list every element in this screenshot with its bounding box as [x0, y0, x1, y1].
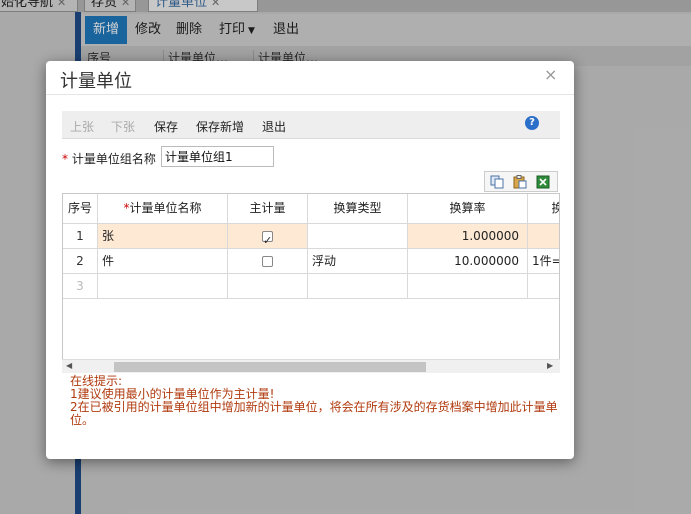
row-tools [484, 171, 558, 192]
table-header-row: 序号 *计量单位名称 主计量 换算类型 换算率 换 [63, 194, 559, 224]
extra-cell[interactable]: 1件=1 [528, 249, 559, 274]
main-unit-checkbox[interactable] [262, 256, 273, 267]
main-unit-cell [228, 224, 308, 249]
conversion-type-cell[interactable] [308, 274, 408, 299]
conversion-rate-cell[interactable]: 1.000000 [408, 224, 528, 249]
row-seq: 3 [63, 274, 98, 299]
main-unit-cell[interactable] [228, 274, 308, 299]
horizontal-scrollbar[interactable]: ◀ ▶ [62, 359, 560, 373]
header-seq: 序号 [63, 194, 98, 224]
unit-name-cell[interactable] [98, 274, 228, 299]
conversion-rate-cell[interactable]: 10.000000 [408, 249, 528, 274]
online-tips: 在线提示: 1建议使用最小的计量单位作为主计量! 2在已被引用的计量单位组中增加… [70, 375, 562, 427]
paste-row-icon[interactable] [513, 175, 528, 189]
header-main-unit[interactable]: 主计量 [228, 194, 308, 224]
unit-name-cell[interactable]: 张 [98, 224, 228, 249]
row-seq: 2 [63, 249, 98, 274]
divider [46, 94, 574, 95]
row-seq: 1 [63, 224, 98, 249]
group-name-label: * 计量单位组名称 [62, 150, 156, 167]
main-unit-checkbox[interactable] [262, 229, 273, 248]
table-row[interactable]: 1 张 1.000000 [63, 224, 559, 249]
table-row[interactable]: 2 件 浮动 10.000000 1件=1 [63, 249, 559, 274]
unit-name-cell[interactable]: 件 [98, 249, 228, 274]
main-unit-cell [228, 249, 308, 274]
tips-line-2: 2在已被引用的计量单位组中增加新的计量单位，将会在所有涉及的存货档案中增加此计量… [70, 400, 558, 427]
copy-row-icon[interactable] [490, 175, 505, 189]
table-row[interactable]: 3 [63, 274, 559, 299]
dialog-toolbar: 上张 下张 保存 保存新增 退出 ? [62, 111, 560, 139]
scrollbar-thumb[interactable] [114, 362, 426, 372]
save-button[interactable]: 保存 [154, 118, 178, 135]
scroll-right-icon[interactable]: ▶ [547, 361, 553, 370]
header-unit-name-text: 计量单位名称 [129, 201, 202, 215]
group-name-input[interactable] [161, 146, 274, 167]
measurement-unit-dialog: 计量单位 × 上张 下张 保存 保存新增 退出 ? * 计量单位组名称 计量单位… [46, 61, 574, 459]
save-new-button[interactable]: 保存新增 [196, 118, 244, 135]
export-excel-icon[interactable] [536, 175, 551, 189]
conversion-rate-cell[interactable] [408, 274, 528, 299]
close-icon[interactable]: × [544, 65, 557, 84]
dialog-title: 计量单位 [60, 71, 132, 92]
help-icon[interactable]: ? [525, 116, 539, 130]
next-button[interactable]: 下张 [111, 118, 135, 135]
header-conversion-rate[interactable]: 换算率 [408, 194, 528, 224]
exit-button[interactable]: 退出 [262, 118, 286, 135]
unit-table: 序号 *计量单位名称 主计量 换算类型 换算率 换 1 张 1.000000 2… [62, 193, 560, 373]
header-extra[interactable]: 换 [528, 194, 559, 224]
prev-button[interactable]: 上张 [70, 118, 94, 135]
scroll-left-icon[interactable]: ◀ [66, 361, 72, 370]
header-unit-name[interactable]: *计量单位名称 [98, 194, 228, 224]
conversion-type-cell[interactable]: 浮动 [308, 249, 408, 274]
extra-cell[interactable] [528, 274, 559, 299]
required-mark: * [62, 152, 68, 166]
group-name-label-text: 计量单位组名称 [71, 152, 156, 166]
conversion-type-cell[interactable] [308, 224, 408, 249]
extra-cell[interactable] [528, 224, 559, 249]
header-conversion-type[interactable]: 换算类型 [308, 194, 408, 224]
